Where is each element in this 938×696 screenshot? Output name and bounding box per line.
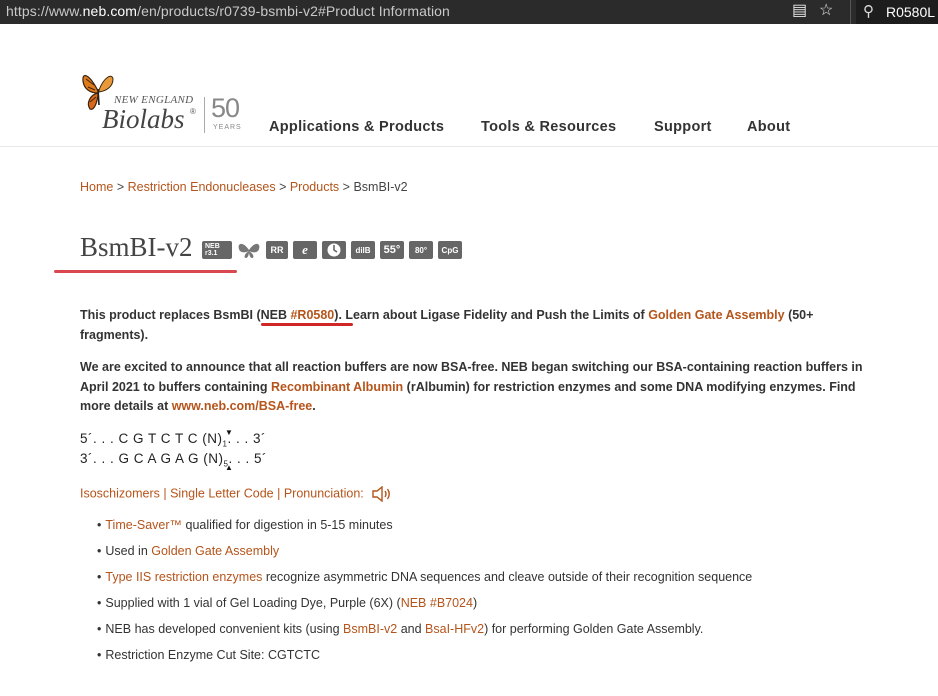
golden-gate-assembly-link[interactable]: Golden Gate Assembly	[151, 544, 279, 558]
neb-annotation-underline	[261, 323, 353, 326]
sequence-text: 5´. . . C G T C T C (N)	[80, 431, 223, 446]
sequence-text: . . . 3´	[227, 431, 266, 446]
text: (NEB	[256, 308, 291, 322]
type-iis-link[interactable]: Type IIS restriction enzymes	[105, 570, 262, 584]
text: Supplied with 1 vial of Gel Loading Dye,…	[105, 596, 401, 610]
product-badges: NEB r3.1 RR e dilB 55° 80° CpG	[202, 241, 462, 259]
nav-applications-products[interactable]: Applications & Products	[269, 119, 444, 135]
url-prefix: https://www.	[6, 3, 83, 19]
search-icon: ⚲	[863, 3, 874, 20]
title-annotation-underline	[54, 270, 237, 273]
breadcrumb-products[interactable]: Products	[290, 180, 339, 194]
breadcrumb-separator: >	[339, 180, 354, 194]
list-item: NEB has developed convenient kits (using…	[97, 622, 752, 648]
neb-r31-buffer-icon[interactable]: NEB r3.1	[202, 241, 232, 259]
isoschizomers-link[interactable]: Isoschizomers	[80, 486, 160, 500]
feature-list: Time-Saver™ qualified for digestion in 5…	[97, 518, 752, 674]
list-item: Supplied with 1 vial of Gel Loading Dye,…	[97, 596, 752, 622]
list-item: Restriction Enzyme Cut Site: CGTCTC	[97, 648, 752, 674]
text: Restriction Enzyme Cut Site: CGTCTC	[105, 648, 321, 662]
separator: |	[273, 486, 284, 501]
sequence-text: . . . 5´	[228, 451, 268, 466]
separator: |	[159, 486, 171, 501]
bookmark-star-icon[interactable]: ☆	[819, 2, 833, 20]
bsa-free-notice: We are excited to announce that all reac…	[80, 358, 880, 417]
butterfly-icon[interactable]	[237, 241, 261, 259]
recognition-sequence-bottom: 3´. . . G C A G A G (N)5. . . 5´	[80, 451, 267, 469]
info-links: Isoschizomers | Single Letter Code | Pro…	[80, 486, 393, 502]
list-item: Time-Saver™ qualified for digestion in 5…	[97, 518, 752, 544]
search-box[interactable]: ⚲ R0580L	[856, 0, 938, 24]
dilb-icon[interactable]: dilB	[351, 241, 375, 259]
list-item: Used in Golden Gate Assembly	[97, 544, 752, 570]
time-saver-clock-icon[interactable]	[322, 241, 346, 259]
site-header: NEW ENGLAND Biolabs ® 50 YEARS Applicati…	[0, 24, 938, 147]
toolbar-divider	[850, 0, 851, 24]
speaker-icon[interactable]	[371, 486, 393, 502]
heat-inactivation-icon[interactable]: 80°	[409, 241, 433, 259]
neb-b7024-link[interactable]: NEB #B7024	[401, 596, 473, 610]
pronunciation-link[interactable]: Pronunciation:	[284, 486, 364, 500]
time-saver-link[interactable]: Time-Saver™	[105, 518, 182, 532]
bsmbi-v2-link[interactable]: BsmBI-v2	[343, 622, 397, 636]
url-host: neb.com	[82, 3, 138, 19]
list-item: Type IIS restriction enzymes recognize a…	[97, 570, 752, 596]
breadcrumb: Home > Restriction Endonucleases > Produ…	[80, 180, 408, 194]
sequence-text: 3´. . . G C A G A G (N)	[80, 451, 224, 466]
text: Used in	[105, 544, 152, 558]
cut-site-up-arrow-icon: ▲	[225, 463, 233, 472]
breadcrumb-restriction-endonucleases[interactable]: Restriction Endonucleases	[128, 180, 276, 194]
recombinant-icon[interactable]: RR	[266, 241, 288, 259]
logo-50: 50	[211, 93, 240, 123]
incubation-temp-icon[interactable]: 55°	[380, 241, 404, 259]
single-letter-code-link[interactable]: Single Letter Code	[170, 486, 274, 500]
logo-biolabs: Biolabs	[102, 104, 185, 134]
logo-years: YEARS	[213, 124, 242, 131]
neb-r0580-link[interactable]: #R0580	[290, 308, 334, 322]
replacement-notice: This product replaces BsmBI (NEB #R0580)…	[80, 306, 880, 345]
text: . Learn about Ligase Fidelity and Push t…	[338, 308, 649, 322]
breadcrumb-current: BsmBI-v2	[353, 180, 408, 194]
text: NEB has developed convenient kits (using	[105, 622, 344, 636]
url-path: /en/products/r0739-bsmbi-v2#Product Info…	[137, 3, 450, 19]
text: )	[472, 596, 478, 610]
breadcrumb-separator: >	[275, 180, 290, 194]
text: ) for performing Golden Gate Assembly.	[484, 622, 704, 636]
ecoli-icon[interactable]: e	[293, 241, 317, 259]
nav-tools-resources[interactable]: Tools & Resources	[481, 119, 616, 135]
nav-support[interactable]: Support	[654, 119, 712, 135]
page-title: BsmBI-v2	[80, 232, 193, 262]
text: qualified for digestion in 5-15 minutes	[182, 518, 393, 532]
url-bar[interactable]: https://www.neb.com/en/products/r0739-bs…	[6, 3, 450, 19]
bsai-hfv2-link[interactable]: BsaI-HFv2	[425, 622, 484, 636]
breadcrumb-home[interactable]: Home	[80, 180, 113, 194]
neb-logo[interactable]: NEW ENGLAND Biolabs ® 50 YEARS	[80, 69, 250, 139]
reader-view-icon[interactable]: ▤	[792, 2, 807, 20]
cpg-methylation-icon[interactable]: CpG	[438, 241, 462, 259]
cut-site-down-arrow-icon: ▼	[225, 428, 233, 437]
recognition-sequence-top: 5´. . . C G T C T C (N)1. . . 3´	[80, 431, 266, 449]
bsa-free-link[interactable]: www.neb.com/BSA-free	[172, 399, 313, 413]
search-query: R0580L	[886, 4, 936, 20]
nav-about[interactable]: About	[747, 119, 790, 135]
logo-registered: ®	[190, 107, 196, 116]
text: This product replaces BsmBI	[80, 308, 257, 322]
browser-toolbar: https://www.neb.com/en/products/r0739-bs…	[0, 0, 938, 24]
breadcrumb-separator: >	[113, 180, 128, 194]
golden-gate-assembly-link[interactable]: Golden Gate Assembly	[648, 308, 784, 322]
text: recognize asymmetric DNA sequences and c…	[262, 570, 753, 584]
text: and	[397, 622, 426, 636]
text: .	[312, 399, 316, 413]
recombinant-albumin-link[interactable]: Recombinant Albumin	[271, 380, 403, 394]
logo-divider	[204, 97, 205, 133]
